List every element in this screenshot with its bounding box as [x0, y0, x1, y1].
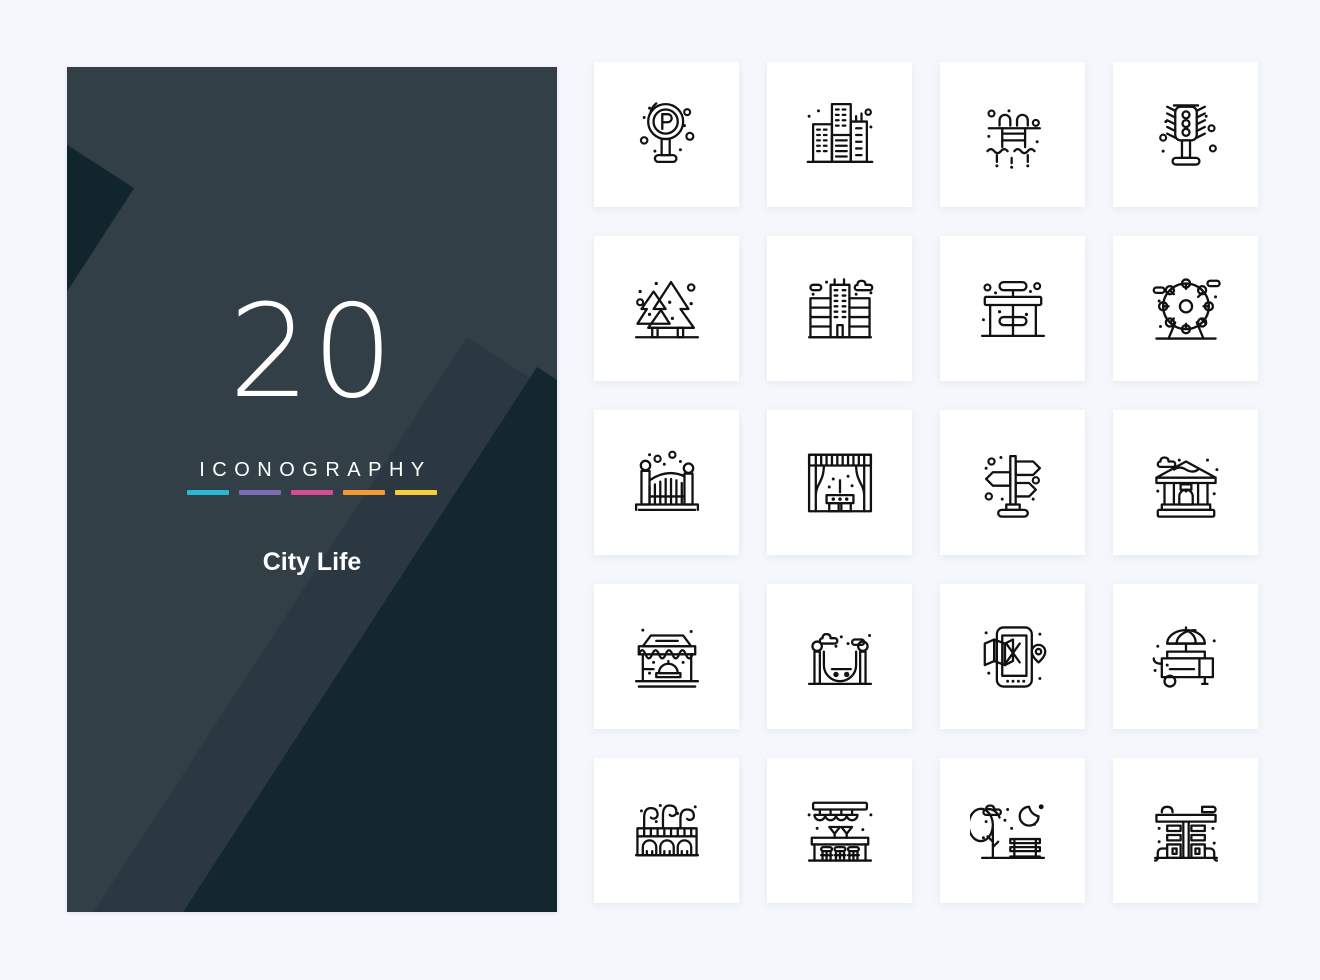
accent-bar-orange: [343, 490, 385, 495]
park-bench-night-icon: [969, 803, 1045, 859]
icon-count: 20: [228, 278, 396, 427]
accent-bar-purple: [239, 490, 281, 495]
bar-counter-icon: [807, 801, 872, 862]
bridge-lamps-icon: [634, 803, 699, 856]
icon-card-theater-stage[interactable]: [767, 410, 912, 555]
accent-bars: [187, 490, 437, 495]
cover-word: ICONOGRAPHY: [199, 459, 432, 481]
icon-card-food-cart[interactable]: [1113, 584, 1258, 729]
icon-card-skate-park[interactable]: [767, 584, 912, 729]
traffic-light-icon: [1158, 103, 1217, 166]
city-buildings-icon: [806, 102, 873, 163]
icon-card-food-shop[interactable]: [594, 584, 739, 729]
food-cart-icon: [1152, 625, 1216, 688]
accent-bar-pink: [291, 490, 333, 495]
parking-sign-icon: [639, 101, 694, 163]
icon-card-ferris-wheel[interactable]: [1113, 236, 1258, 381]
park-gate-icon: [634, 450, 699, 511]
apartment-block-icon: [807, 277, 873, 338]
icon-card-mobile-map[interactable]: [940, 584, 1085, 729]
icon-card-city-buildings[interactable]: [767, 62, 912, 207]
bus-stop-icon: [980, 280, 1045, 337]
icon-card-parking-sign[interactable]: [594, 62, 739, 207]
icon-card-bus-stop[interactable]: [940, 236, 1085, 381]
food-shop-icon: [634, 628, 699, 688]
ferris-wheel-icon: [1152, 277, 1221, 340]
accent-bar-yellow: [395, 490, 437, 495]
icon-grid: [594, 62, 1258, 903]
icon-card-bar-counter[interactable]: [767, 758, 912, 903]
museum-icon: [1154, 455, 1218, 518]
accent-bar-cyan: [187, 490, 229, 495]
cover-panel: 20 ICONOGRAPHY City Life: [67, 67, 557, 912]
cover-subtitle: City Life: [262, 548, 362, 576]
icon-card-pine-trees[interactable]: [594, 236, 739, 381]
swimming-pool-icon: [985, 108, 1041, 169]
icon-card-apartment-block[interactable]: [767, 236, 912, 381]
mobile-map-icon: [983, 625, 1046, 688]
direction-signpost-icon: [984, 454, 1041, 518]
theater-stage-icon: [807, 453, 872, 512]
pine-trees-icon: [634, 280, 699, 338]
icon-card-park-bench-night[interactable]: [940, 758, 1085, 903]
gas-station-icon: [1153, 805, 1218, 862]
icon-card-traffic-light[interactable]: [1113, 62, 1258, 207]
icon-card-park-gate[interactable]: [594, 410, 739, 555]
icon-card-swimming-pool[interactable]: [940, 62, 1085, 207]
poster-page: 20 ICONOGRAPHY City Life: [0, 0, 1320, 980]
icon-card-direction-signpost[interactable]: [940, 410, 1085, 555]
icon-card-bridge-lamps[interactable]: [594, 758, 739, 903]
icon-card-museum[interactable]: [1113, 410, 1258, 555]
icon-card-gas-station[interactable]: [1113, 758, 1258, 903]
skate-park-icon: [807, 632, 872, 685]
